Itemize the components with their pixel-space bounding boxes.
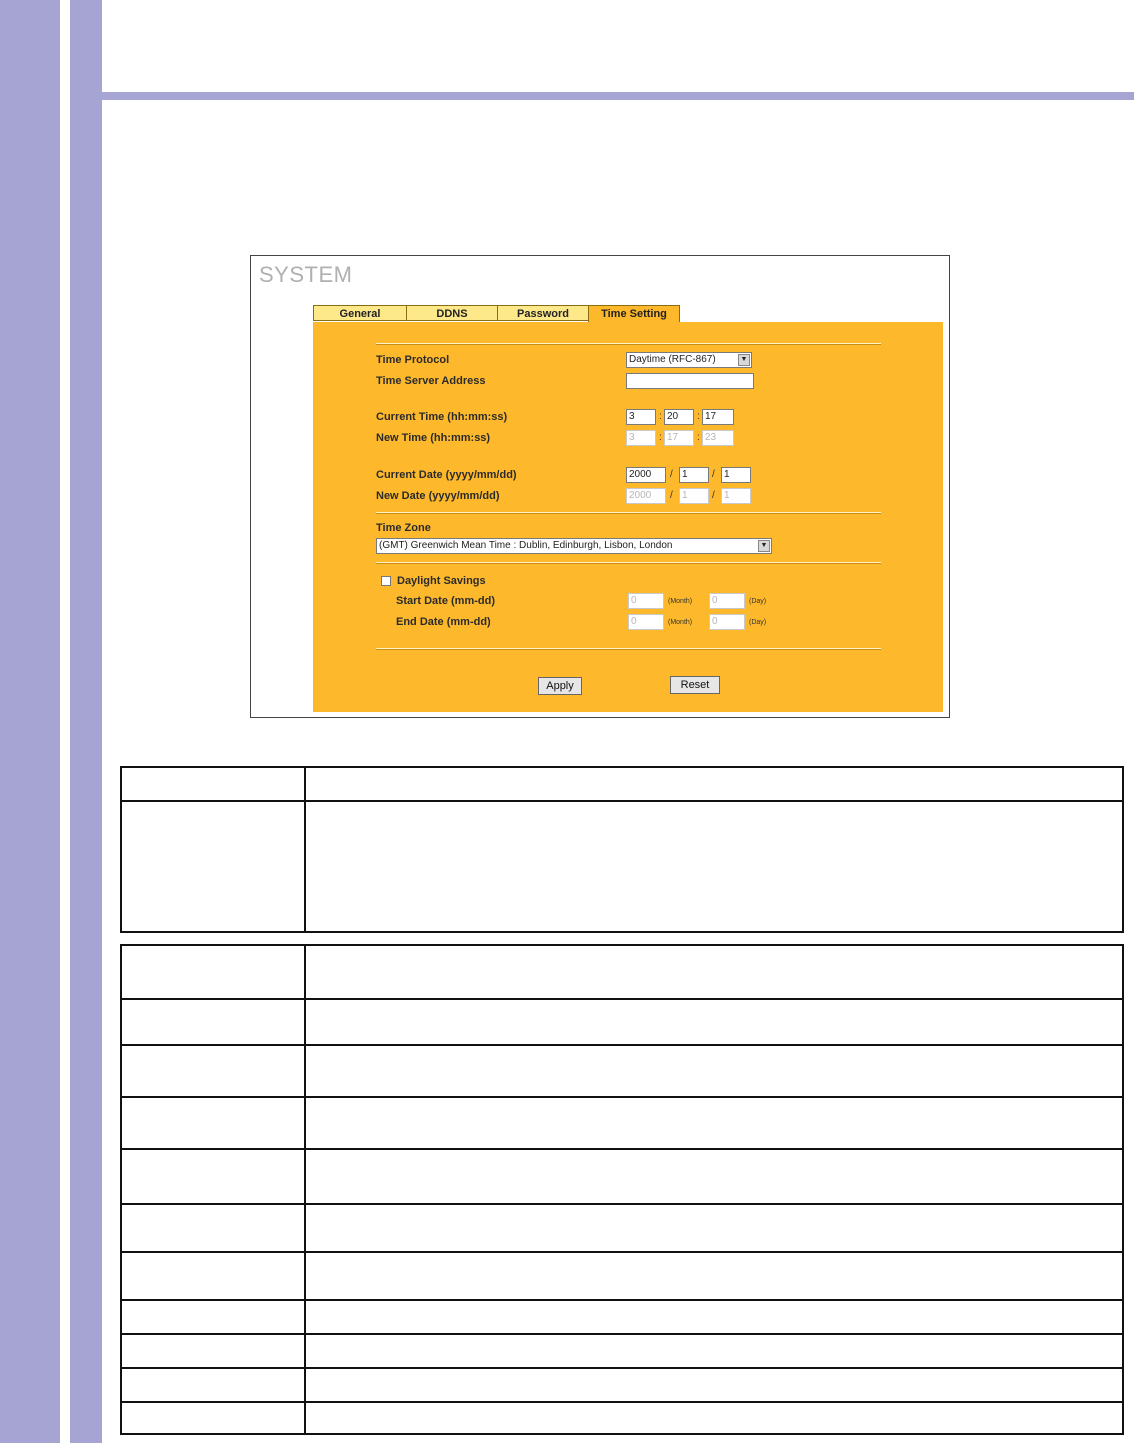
- start-date-label: Start Date (mm-dd): [396, 595, 496, 607]
- tab-password[interactable]: Password: [497, 305, 589, 321]
- current-hour-input[interactable]: 3: [626, 409, 656, 425]
- start-month-input: 0: [628, 593, 664, 609]
- field-table: [120, 944, 1124, 1435]
- new-day-input: 1: [721, 488, 751, 504]
- tab-time-setting[interactable]: Time Setting: [588, 305, 680, 323]
- left-decor-bar: [0, 0, 60, 1443]
- new-year-input: 2000: [626, 488, 666, 504]
- time-zone-value: (GMT) Greenwich Mean Time : Dublin, Edin…: [379, 540, 673, 551]
- daylight-savings-label: Daylight Savings: [397, 575, 486, 587]
- time-setting-panel: Time Protocol Daytime (RFC-867) ▼ Time S…: [313, 322, 943, 712]
- tab-general[interactable]: General: [313, 305, 407, 321]
- daylight-savings-checkbox[interactable]: [381, 576, 391, 586]
- divider: [376, 512, 881, 514]
- new-hour-input: 3: [626, 430, 656, 446]
- start-month-unit: (Month): [668, 598, 693, 605]
- start-day-input: 0: [709, 593, 745, 609]
- time-protocol-select[interactable]: Daytime (RFC-867) ▼: [626, 352, 752, 368]
- new-month-input: 1: [679, 488, 709, 504]
- start-day-unit: (Day): [749, 598, 767, 605]
- end-date-label: End Date (mm-dd): [396, 616, 491, 628]
- current-time-label: Current Time (hh:mm:ss): [376, 411, 508, 423]
- end-month-input: 0: [628, 614, 664, 630]
- field-table-header: [120, 766, 1124, 933]
- reset-button[interactable]: Reset: [670, 676, 720, 694]
- current-minute-input[interactable]: 20: [664, 409, 694, 425]
- chevron-down-icon[interactable]: ▼: [738, 354, 750, 366]
- end-day-input: 0: [709, 614, 745, 630]
- current-year-input[interactable]: 2000: [626, 467, 666, 483]
- end-month-unit: (Month): [668, 619, 693, 626]
- new-minute-input: 17: [664, 430, 694, 446]
- apply-button[interactable]: Apply: [538, 677, 582, 695]
- time-server-input[interactable]: [626, 373, 754, 389]
- current-day-input[interactable]: 1: [721, 467, 751, 483]
- current-date-label: Current Date (yyyy/mm/dd): [376, 469, 517, 481]
- time-zone-label: Time Zone: [376, 522, 431, 534]
- end-day-unit: (Day): [749, 619, 767, 626]
- current-second-input[interactable]: 17: [702, 409, 734, 425]
- divider: [376, 343, 881, 345]
- current-month-input[interactable]: 1: [679, 467, 709, 483]
- time-protocol-label: Time Protocol: [376, 354, 450, 366]
- page-title: SYSTEM: [259, 262, 353, 287]
- time-server-label: Time Server Address: [376, 375, 486, 387]
- new-time-label: New Time (hh:mm:ss): [376, 432, 491, 444]
- new-second-input: 23: [702, 430, 734, 446]
- system-screenshot: SYSTEM General DDNS Password Time Settin…: [250, 255, 950, 718]
- left-decor-bar-inner: [70, 0, 102, 1443]
- new-date-label: New Date (yyyy/mm/dd): [376, 490, 500, 502]
- header-rule: [102, 92, 1134, 100]
- chevron-down-icon[interactable]: ▼: [758, 540, 770, 552]
- tab-ddns[interactable]: DDNS: [406, 305, 498, 321]
- time-zone-select[interactable]: (GMT) Greenwich Mean Time : Dublin, Edin…: [376, 538, 772, 554]
- divider: [376, 648, 881, 650]
- time-protocol-value: Daytime (RFC-867): [629, 354, 716, 365]
- divider: [376, 562, 881, 564]
